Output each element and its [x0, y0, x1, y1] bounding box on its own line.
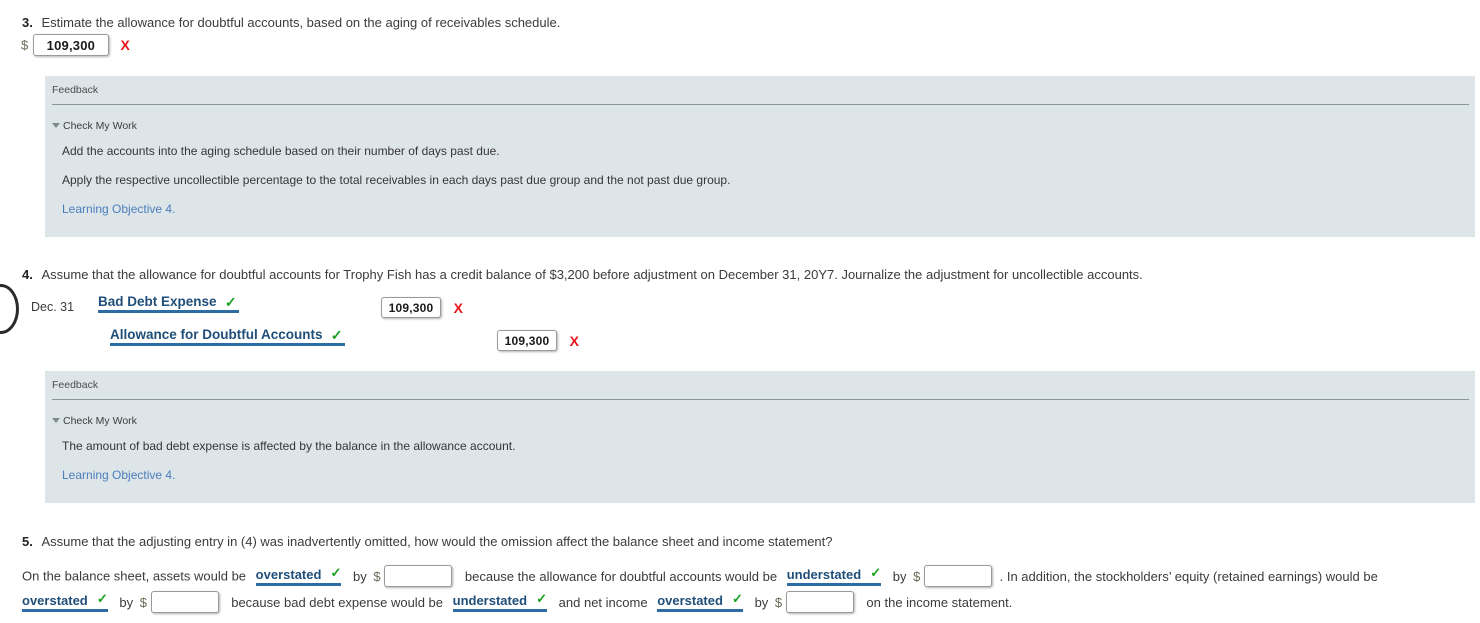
q5-dropdown-bad-debt-expense[interactable]: understated ✓	[452, 590, 548, 612]
question-5-answer-line-1: On the balance sheet, assets would be ov…	[22, 565, 1378, 587]
highlight-oval-annotation	[0, 284, 19, 334]
q5-dropdown-allowance[interactable]: understated ✓	[786, 564, 882, 586]
journal-row-1-amount-row: 109,300 X	[381, 297, 463, 318]
correct-check-icon: ✓	[96, 590, 108, 606]
question-3-learning-objective-link[interactable]: Learning Objective 4.	[62, 202, 175, 216]
currency-symbol: $	[373, 568, 381, 584]
question-5-number: 5.	[22, 534, 33, 549]
q5-l1-text-2: by	[353, 568, 367, 584]
q5-net-income-amount-input[interactable]	[785, 591, 854, 613]
journal-row-1-account-name[interactable]: Bad Debt Expense ✓	[98, 294, 239, 313]
q5-dropdown-equity-label: overstated	[22, 592, 88, 608]
question-5-heading: 5. Assume that the adjusting entry in (4…	[22, 534, 833, 549]
q5-assets-amount-input[interactable]	[384, 565, 453, 587]
q5-dropdown-net-income-label: overstated	[657, 592, 723, 608]
question-3-check-my-work-toggle[interactable]: Check My Work	[52, 120, 137, 132]
q5-equity-amount-input[interactable]	[150, 591, 219, 613]
q5-dropdown-assets[interactable]: overstated ✓	[255, 564, 342, 586]
question-4-feedback-panel	[45, 371, 1475, 503]
correct-check-icon: ✓	[330, 564, 342, 580]
incorrect-x-icon: X	[569, 332, 579, 349]
question-4-feedback-title: Feedback	[52, 379, 99, 391]
question-4-check-my-work-toggle[interactable]: Check My Work	[52, 415, 137, 427]
incorrect-x-icon: X	[453, 299, 463, 316]
correct-check-icon: ✓	[536, 590, 548, 606]
question-3-feedback-line-2: Apply the respective uncollectible perce…	[62, 173, 731, 187]
currency-symbol: $	[774, 594, 783, 610]
check-my-work-label: Check My Work	[63, 415, 137, 427]
question-5-prompt: Assume that the adjusting entry in (4) w…	[41, 534, 833, 549]
journal-row-2-amount-row: 109,300 X	[497, 330, 579, 351]
journal-row-2-credit-input[interactable]: 109,300	[497, 330, 557, 351]
q5-dropdown-assets-label: overstated	[255, 566, 322, 582]
q5-l2-text-1: by	[119, 594, 134, 610]
question-3-prompt: Estimate the allowance for doubtful acco…	[41, 15, 561, 30]
q5-l2-text-4: by	[754, 594, 769, 610]
question-3-heading: 3. Estimate the allowance for doubtful a…	[22, 15, 560, 30]
question-3-answer-input[interactable]: 109,300	[32, 34, 109, 56]
journal-row-1-debit-input[interactable]: 109,300	[381, 297, 441, 318]
journal-row-2-account-label: Allowance for Doubtful Accounts	[110, 327, 323, 342]
question-4-learning-objective-link[interactable]: Learning Objective 4.	[62, 468, 175, 482]
q5-l1-text-1: On the balance sheet, assets would be	[22, 568, 247, 584]
currency-symbol: $	[139, 594, 147, 610]
correct-check-icon: ✓	[732, 590, 743, 606]
currency-symbol: $	[21, 37, 29, 53]
journal-row-2-account-name[interactable]: Allowance for Doubtful Accounts ✓	[110, 327, 345, 346]
q5-l2-text-2: because bad debt expense would be	[231, 594, 443, 610]
q5-dropdown-net-income[interactable]: overstated ✓	[657, 590, 743, 612]
q5-l2-text-5: on the income statement.	[866, 594, 1013, 610]
journal-entry-date: Dec. 31	[31, 300, 75, 314]
chevron-down-icon	[52, 122, 60, 128]
q5-dropdown-allowance-label: understated	[786, 566, 862, 582]
question-3-feedback-title: Feedback	[52, 84, 99, 96]
check-my-work-label: Check My Work	[63, 120, 137, 132]
q5-l1-text-5: . In addition, the stockholders’ equity …	[999, 568, 1378, 584]
q5-l1-text-3: because the allowance for doubtful accou…	[464, 568, 778, 584]
question-4-feedback-line-1: The amount of bad debt expense is affect…	[62, 439, 516, 453]
correct-check-icon: ✓	[330, 327, 343, 343]
currency-symbol: $	[913, 568, 921, 584]
chevron-down-icon	[52, 417, 60, 423]
question-3-feedback-divider	[52, 104, 1469, 105]
question-4-heading: 4. Assume that the allowance for doubtfu…	[22, 267, 1143, 282]
question-3-feedback-line-1: Add the accounts into the aging schedule…	[62, 144, 500, 158]
correct-check-icon: ✓	[870, 564, 882, 580]
incorrect-x-icon: X	[120, 37, 130, 53]
question-4-number: 4.	[22, 267, 33, 282]
correct-check-icon: ✓	[224, 294, 237, 310]
question-4-prompt: Assume that the allowance for doubtful a…	[41, 267, 1143, 282]
q5-dropdown-equity[interactable]: overstated ✓	[22, 590, 108, 612]
question-3-answer-row: $ 109,300 X	[21, 34, 130, 56]
journal-row-1-account-label: Bad Debt Expense	[98, 294, 217, 309]
question-3-number: 3.	[22, 15, 33, 30]
q5-dropdown-bad-debt-expense-label: understated	[452, 592, 528, 608]
journal-row-2-account[interactable]: Allowance for Doubtful Accounts ✓	[110, 327, 345, 346]
question-4-feedback-divider	[52, 399, 1469, 400]
question-5-answer-line-2: overstated ✓ by $ because bad debt expen…	[22, 591, 1012, 613]
journal-row-1-account[interactable]: Bad Debt Expense ✓	[98, 294, 239, 313]
q5-allowance-amount-input[interactable]	[923, 565, 992, 587]
q5-l1-text-4: by	[892, 568, 907, 584]
q5-l2-text-3: and net income	[558, 594, 648, 610]
